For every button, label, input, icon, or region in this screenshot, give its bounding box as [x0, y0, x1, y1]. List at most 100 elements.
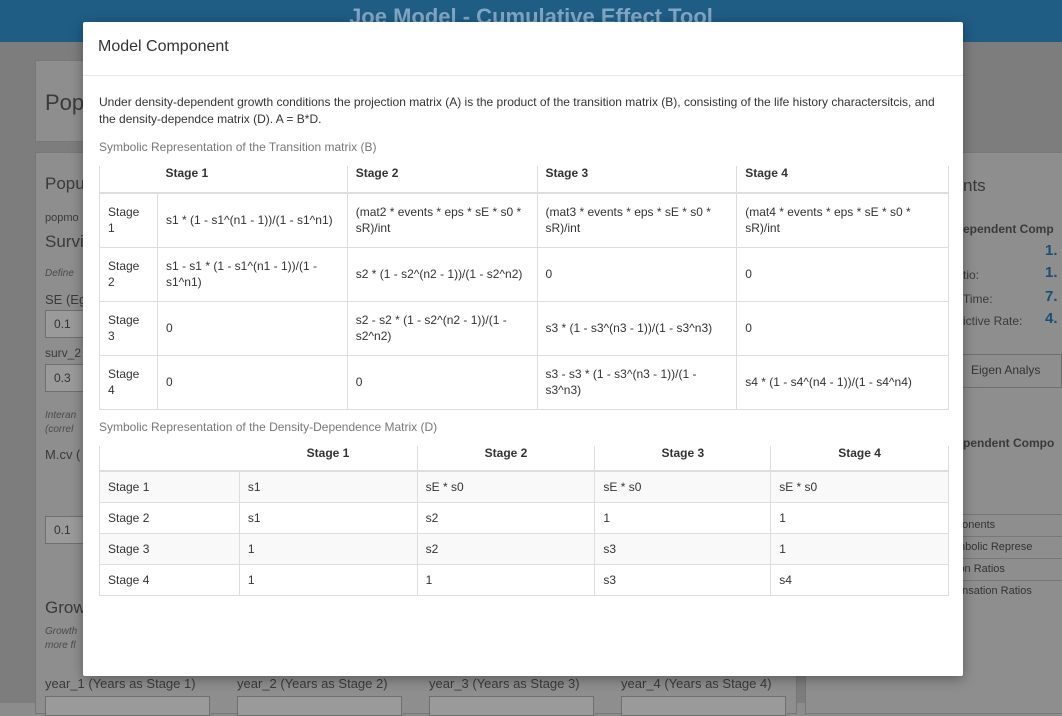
- modal-body: Under density-dependent growth condition…: [83, 76, 963, 596]
- table-header-row: Stage 1 Stage 2 Stage 3 Stage 4: [99, 445, 949, 472]
- survival-heading: Survi: [45, 232, 84, 251]
- year1-label: year_1 (Years as Stage 1): [45, 676, 196, 691]
- table-cell: 0: [347, 354, 538, 409]
- modal-title: Model Component: [98, 38, 229, 55]
- density-caption: Symbolic Representation of the Density-D…: [99, 419, 438, 434]
- row-header: Stage 3: [99, 300, 158, 355]
- row-header: Stage 2: [99, 501, 240, 533]
- table-cell: sE * s0: [417, 470, 596, 502]
- year4-input[interactable]: [621, 696, 786, 716]
- intro-text: Under density-dependent growth condition…: [99, 95, 935, 126]
- table-row: Stage 2 s1 s2 1 1: [99, 501, 949, 533]
- column-header: Stage 3: [537, 166, 738, 194]
- transition-matrix-table: Stage 1 Stage 2 Stage 3 Stage 4 Stage 1 …: [99, 166, 949, 410]
- table-row: Stage 2 s1 - s1 * (1 - s1^(n1 - 1))/(1 -…: [99, 246, 949, 301]
- table-cell: (mat2 * events * eps * sE * s0 * sR)/int: [347, 193, 538, 247]
- value-3: 7.: [1045, 288, 1058, 305]
- interannual-text: Interan: [45, 410, 77, 421]
- section-heading: Popu: [45, 174, 85, 193]
- dependent-components-label: ependent Comp: [963, 222, 1054, 236]
- more-text: more fl: [45, 640, 76, 651]
- column-header: Stage 2: [417, 445, 596, 472]
- list-item[interactable]: ion Ratios: [950, 558, 1062, 580]
- table-cell: s2: [417, 532, 596, 564]
- transition-caption: Symbolic Representation of the Transitio…: [99, 140, 377, 154]
- popmod-label: popmo: [45, 212, 79, 224]
- mcv-label: M.cv (: [45, 447, 81, 462]
- year2-label: year_2 (Years as Stage 2): [237, 676, 388, 691]
- value-4: 4.: [1045, 310, 1058, 327]
- value-2: 1.: [1045, 264, 1058, 281]
- column-header: Stage 3: [594, 445, 772, 472]
- table-row: Stage 3 1 s2 s3 1: [99, 532, 949, 564]
- table-cell: 1: [239, 563, 418, 595]
- growth-heading: Grow: [45, 598, 86, 617]
- column-header: Stage 1: [157, 166, 348, 194]
- table-header-row: Stage 1 Stage 2 Stage 3 Stage 4: [99, 166, 949, 194]
- table-cell: 1: [770, 532, 949, 564]
- eigen-analysis-button[interactable]: Eigen Analys: [960, 354, 1062, 388]
- surv2-label: surv_2: [45, 346, 82, 360]
- table-cell: s4 * (1 - s4^(n4 - 1))/(1 - s4^n4): [736, 354, 949, 409]
- table-row: Stage 4 0 0 s3 - s3 * (1 - s3^(n3 - 1))/…: [99, 354, 949, 409]
- density-matrix-table: Stage 1 Stage 2 Stage 3 Stage 4 Stage 1 …: [99, 445, 949, 596]
- row-header: Stage 1: [99, 193, 158, 247]
- column-header: Stage 4: [736, 166, 949, 194]
- table-cell: s3 * (1 - s3^(n3 - 1))/(1 - s3^n3): [537, 300, 738, 355]
- table-cell: 0: [537, 246, 738, 301]
- table-cell: sE * s0: [594, 470, 772, 502]
- se-input[interactable]: 0.1: [45, 310, 85, 338]
- table-cell: (mat3 * events * eps * sE * s0 * sR)/int: [537, 193, 738, 247]
- list-item[interactable]: ponents: [950, 514, 1062, 536]
- value-1: 1.: [1045, 242, 1058, 259]
- year2-input[interactable]: [237, 696, 402, 716]
- table-cell: s2: [417, 501, 596, 533]
- table-row: Stage 1 s1 * (1 - s1^(n1 - 1))/(1 - s1^n…: [99, 193, 949, 247]
- results-heading: nts: [963, 176, 986, 195]
- ratio-label: tio:: [963, 268, 980, 282]
- table-cell: s2 * (1 - s2^(n2 - 1))/(1 - s2^n2): [347, 246, 538, 301]
- table-cell: s2 - s2 * (1 - s2^(n2 - 1))/(1 - s2^n2): [347, 300, 538, 355]
- time-label: Time:: [963, 292, 993, 306]
- correlation-text: (correl: [45, 424, 74, 435]
- table-row: Stage 1 s1 sE * s0 sE * s0 sE * s0: [99, 470, 949, 502]
- row-header: Stage 4: [99, 563, 240, 595]
- table-cell: 0: [736, 246, 949, 301]
- surv2-input[interactable]: 0.3: [45, 364, 85, 392]
- table-cell: s4: [770, 563, 949, 595]
- row-header: Stage 2: [99, 246, 158, 301]
- table-cell: 0: [736, 300, 949, 355]
- list-item[interactable]: mbolic Represe: [950, 536, 1062, 558]
- column-header: [99, 445, 240, 472]
- list-item[interactable]: ensation Ratios: [950, 580, 1062, 602]
- year4-label: year_4 (Years as Stage 4): [621, 676, 772, 691]
- table-cell: s3: [594, 532, 772, 564]
- year3-label: year_3 (Years as Stage 3): [429, 676, 580, 691]
- table-cell: s1 - s1 * (1 - s1^(n1 - 1))/(1 - s1^n1): [157, 246, 348, 301]
- row-header: Stage 3: [99, 532, 240, 564]
- table-cell: 1: [239, 532, 418, 564]
- se-label: SE (Eg: [45, 292, 87, 307]
- table-cell: 1: [770, 501, 949, 533]
- table-cell: 0: [157, 354, 348, 409]
- table-cell: 1: [594, 501, 772, 533]
- table-cell: s1 * (1 - s1^(n1 - 1))/(1 - s1^n1): [157, 193, 348, 247]
- modal-header: Model Component: [83, 22, 963, 76]
- table-cell: s3: [594, 563, 772, 595]
- active-rate-label: ictive Rate:: [963, 314, 1023, 328]
- table-cell: s1: [239, 501, 418, 533]
- dependent-components-heading: pendent Compo: [963, 436, 1055, 450]
- year1-input[interactable]: [45, 696, 210, 716]
- table-cell: (mat4 * events * eps * sE * s0 * sR)/int: [736, 193, 949, 247]
- year3-input[interactable]: [429, 696, 594, 716]
- column-header: Stage 2: [347, 166, 538, 194]
- table-row: Stage 3 0 s2 - s2 * (1 - s2^(n2 - 1))/(1…: [99, 300, 949, 355]
- column-header: Stage 4: [770, 445, 949, 472]
- table-cell: s3 - s3 * (1 - s3^(n3 - 1))/(1 - s3^n3): [537, 354, 738, 409]
- model-component-modal: Model Component Under density-dependent …: [83, 22, 963, 676]
- mcv-input[interactable]: 0.1: [45, 516, 85, 544]
- page-heading: Pop: [45, 90, 85, 115]
- table-cell: s1: [239, 470, 418, 502]
- growth-text: Growth: [45, 626, 78, 637]
- row-header: Stage 4: [99, 354, 158, 409]
